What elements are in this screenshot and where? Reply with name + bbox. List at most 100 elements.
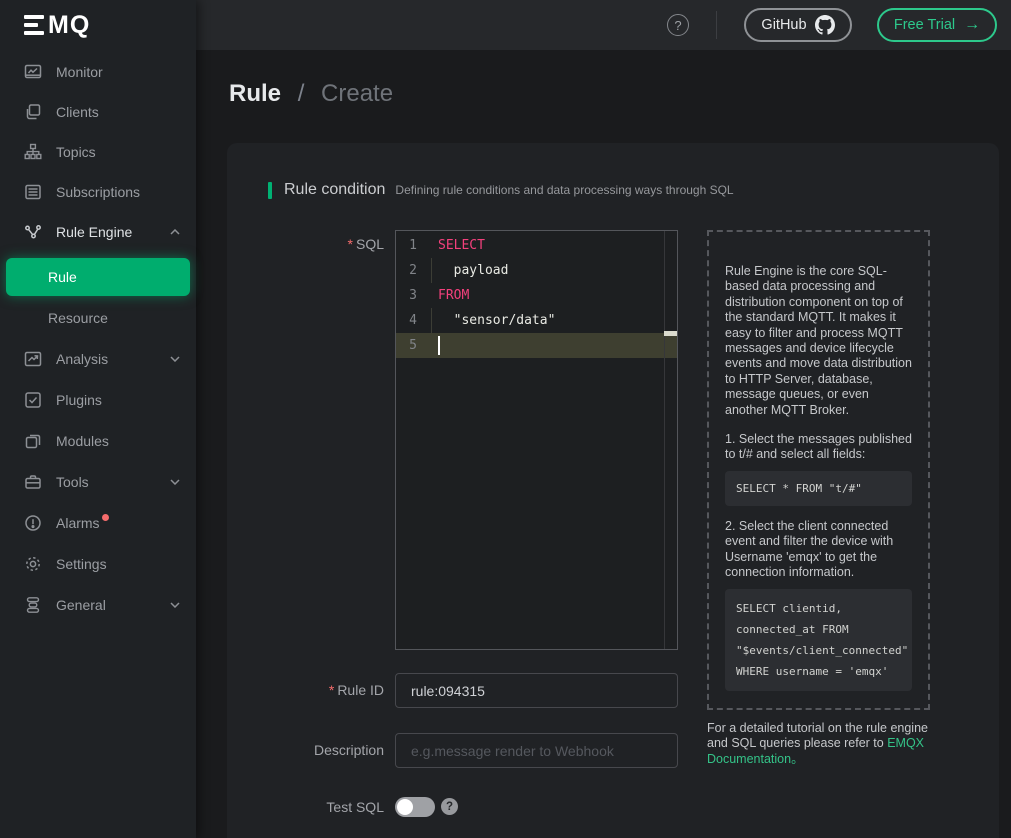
free-trial-label: Free Trial — [894, 17, 955, 33]
chevron-down-icon — [170, 356, 180, 362]
sidebar-item-label: Topics — [56, 144, 96, 160]
line-number: 5 — [396, 333, 426, 358]
help-icon[interactable]: ? — [667, 14, 689, 36]
editor-scrollbar-thumb[interactable] — [664, 331, 677, 336]
sidebar-item-general[interactable]: General — [0, 584, 196, 625]
text-cursor — [438, 336, 440, 355]
topbar-divider — [716, 11, 717, 39]
plugins-icon — [24, 391, 42, 409]
topbar: ? GitHub Free Trial → — [196, 0, 1011, 50]
help-step-1: 1. Select the messages published to t/# … — [725, 432, 912, 463]
section-subtitle: Defining rule conditions and data proces… — [395, 183, 733, 197]
sidebar-item-topics[interactable]: Topics — [0, 132, 196, 172]
sql-line-5-active: 5 — [396, 333, 677, 358]
sidebar-item-rule-engine[interactable]: Rule Engine — [0, 212, 196, 252]
rule-engine-icon — [24, 223, 42, 241]
line-number: 3 — [396, 283, 426, 308]
test-sql-help-icon[interactable]: ? — [441, 798, 458, 815]
github-icon — [815, 15, 835, 35]
test-sql-label: Test SQL — [227, 799, 384, 815]
editor-scrollbar[interactable] — [664, 231, 677, 649]
toggle-knob — [397, 799, 413, 815]
sidebar-item-settings[interactable]: Settings — [0, 543, 196, 584]
link-suffix: 。 — [791, 752, 804, 766]
indent-guide — [431, 258, 432, 283]
sidebar-item-tools[interactable]: Tools — [0, 461, 196, 502]
line-number: 4 — [396, 308, 426, 333]
general-icon — [24, 596, 42, 614]
chevron-up-icon — [170, 229, 180, 235]
sidebar-item-label: Analysis — [56, 351, 108, 367]
emq-logo-e-icon — [24, 15, 44, 35]
sidebar-item-label: Monitor — [56, 64, 103, 80]
section-accent-bar — [268, 182, 272, 199]
rule-id-label: *Rule ID — [227, 682, 384, 698]
sql-label: *SQL — [227, 236, 384, 252]
breadcrumb-rule[interactable]: Rule — [229, 80, 281, 107]
indent-guide — [431, 308, 432, 333]
sidebar-item-label: Plugins — [56, 392, 102, 408]
rule-condition-card: Rule condition Defining rule conditions … — [227, 143, 999, 838]
help-glyph: ? — [674, 18, 681, 33]
sidebar-item-clients[interactable]: Clients — [0, 92, 196, 132]
help-intro: Rule Engine is the core SQL-based data p… — [725, 264, 912, 418]
github-label: GitHub — [761, 17, 806, 33]
sidebar-item-label: Modules — [56, 433, 109, 449]
sql-code-editor[interactable]: 1 SELECT 2 payload 3 FROM 4 "sensor/data… — [395, 230, 678, 650]
description-input[interactable] — [395, 733, 678, 768]
monitor-icon — [24, 63, 42, 81]
alarms-icon — [24, 514, 42, 532]
tools-icon — [24, 473, 42, 491]
sidebar-item-modules[interactable]: Modules — [0, 420, 196, 461]
chevron-down-icon — [170, 602, 180, 608]
section-header: Rule condition Defining rule conditions … — [268, 181, 734, 199]
sidebar: MQ Monitor Clients — [0, 0, 196, 838]
sql-line-4: 4 "sensor/data" — [396, 308, 677, 333]
sidebar-item-analysis[interactable]: Analysis — [0, 338, 196, 379]
free-trial-button[interactable]: Free Trial → — [877, 8, 997, 42]
sidebar-item-alarms[interactable]: Alarms — [0, 502, 196, 543]
required-asterisk: * — [329, 682, 334, 698]
sidebar-item-monitor[interactable]: Monitor — [0, 52, 196, 92]
sql-example-1: SELECT * FROM "t/#" — [725, 471, 912, 506]
sidebar-item-plugins[interactable]: Plugins — [0, 379, 196, 420]
required-asterisk: * — [348, 236, 353, 252]
sidebar-item-label: Rule Engine — [56, 224, 132, 240]
sidebar-item-label: General — [56, 597, 106, 613]
clients-icon — [24, 103, 42, 121]
description-label: Description — [227, 742, 384, 758]
alarm-red-dot — [102, 514, 109, 521]
breadcrumb-create: Create — [321, 80, 393, 107]
sidebar-item-label: Subscriptions — [56, 184, 140, 200]
emq-logo-text: MQ — [48, 13, 90, 38]
main-content: Rule / Create Rule condition Defining ru… — [196, 50, 1011, 838]
sql-line-2: 2 payload — [396, 258, 677, 283]
modules-icon — [24, 432, 42, 450]
test-sql-toggle[interactable] — [395, 797, 435, 817]
help-footer: For a detailed tutorial on the rule engi… — [707, 721, 930, 767]
settings-icon — [24, 555, 42, 573]
sidebar-nav: Monitor Clients Topics — [0, 50, 196, 625]
subscriptions-icon — [24, 183, 42, 201]
sidebar-item-label: Alarms — [56, 515, 100, 531]
help-step-2: 2. Select the client connected event and… — [725, 519, 912, 581]
breadcrumb: Rule / Create — [229, 80, 393, 108]
line-number: 1 — [396, 233, 426, 258]
analysis-icon — [24, 350, 42, 368]
emq-logo[interactable]: MQ — [0, 0, 196, 50]
sidebar-item-subscriptions[interactable]: Subscriptions — [0, 172, 196, 212]
sql-example-2: SELECT clientid, connected_at FROM "$eve… — [725, 589, 912, 691]
sidebar-subitem-rule[interactable]: Rule — [6, 258, 190, 296]
github-button[interactable]: GitHub — [744, 8, 852, 42]
sidebar-item-label: Tools — [56, 474, 89, 490]
sql-line-3: 3 FROM — [396, 283, 677, 308]
section-title: Rule condition — [284, 181, 385, 199]
sidebar-subitem-resource[interactable]: Resource — [0, 298, 196, 338]
topics-icon — [24, 143, 42, 161]
chevron-down-icon — [170, 479, 180, 485]
sidebar-item-label: Settings — [56, 556, 107, 572]
rule-id-input[interactable] — [395, 673, 678, 708]
line-number: 2 — [396, 258, 426, 283]
sql-line-1: 1 SELECT — [396, 233, 677, 258]
sidebar-item-label: Clients — [56, 104, 99, 120]
